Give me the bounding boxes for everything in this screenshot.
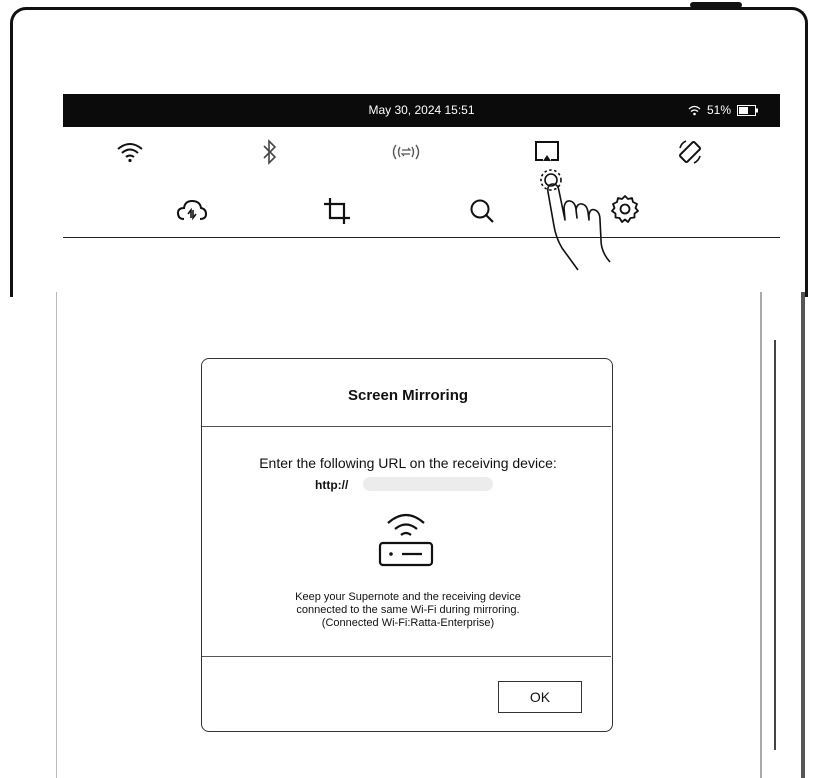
power-button [690,2,742,8]
note-line-3: (Connected Wi-Fi:Ratta-Enterprise) [321,617,495,629]
mirroring-url: http:// [315,477,615,493]
ok-button[interactable]: OK [498,681,582,713]
screen-edge-right [760,292,762,778]
wifi-status-icon [688,105,701,116]
search-icon[interactable] [465,194,499,228]
status-datetime: May 30, 2024 15:51 [368,103,475,117]
status-indicators: 51% [688,94,759,127]
battery-icon [737,105,759,116]
cloud-sync-icon[interactable] [175,194,209,228]
url-redacted [363,477,493,491]
wifi-transfer-icon[interactable] [389,135,423,169]
dialog-instruction: Enter the following URL on the receiving… [259,455,557,471]
dialog-divider-top [202,426,611,427]
crop-icon[interactable] [320,194,354,228]
screen-mirroring-dialog: Screen Mirroring Enter the following URL… [201,358,613,732]
router-icon [378,513,434,567]
rotate-icon[interactable] [673,135,707,169]
device-frame-right-edge [805,262,808,297]
scrollbar[interactable] [774,340,776,750]
dialog-note: Keep your Supernote and the receiving de… [202,591,614,630]
bluetooth-icon[interactable] [253,135,287,169]
url-prefix: http:// [315,478,349,492]
status-bar: May 30, 2024 15:51 51% [63,94,780,127]
note-line-2: connected to the same Wi-Fi during mirro… [296,604,520,616]
dialog-divider-bottom [202,656,611,657]
device-edge-right [801,292,805,778]
screen-edge-left [56,292,57,778]
battery-percent: 51% [707,103,732,117]
wifi-icon[interactable] [113,135,147,169]
tap-hand-icon [540,169,611,271]
device-frame-left-edge [10,262,13,297]
note-line-1: Keep your Supernote and the receiving de… [295,591,521,603]
dialog-title: Screen Mirroring [347,387,469,404]
panel-divider [63,237,780,238]
